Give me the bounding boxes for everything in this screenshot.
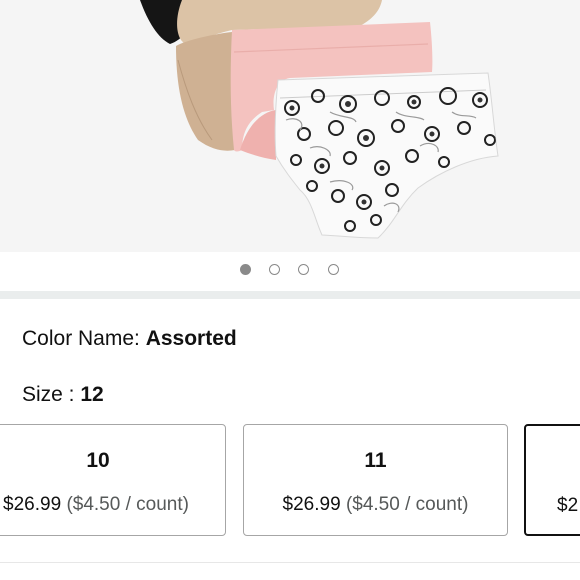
size-option-label: 10 — [86, 449, 110, 472]
size-option-price: $26.99 — [282, 494, 341, 515]
size-option-price: $2 — [557, 495, 579, 516]
size-option-price-line: $26.99 ($4.50 / count) — [0, 494, 223, 516]
carousel-dot-2[interactable] — [269, 264, 280, 275]
carousel-dot-3[interactable] — [298, 264, 309, 275]
carousel-dot-1[interactable] — [240, 264, 251, 275]
section-divider — [0, 291, 580, 299]
product-page: Color Name: Assorted Size : 12 10 $26.99… — [0, 0, 580, 580]
size-option-label: 11 — [364, 449, 387, 472]
product-image-illustration — [140, 0, 499, 239]
bottom-divider — [0, 562, 580, 563]
size-value: 12 — [80, 383, 104, 406]
size-option-price-line: $2 — [557, 495, 578, 517]
carousel-dot-4[interactable] — [328, 264, 339, 275]
size-option-price-line: $26.99 ($4.50 / count) — [244, 494, 507, 516]
size-label: Size : — [22, 383, 81, 406]
image-carousel-dots — [0, 263, 580, 279]
floral-panty — [274, 72, 499, 239]
size-option-unit-price: ($4.50 / count) — [66, 494, 189, 515]
color-name-row: Color Name: Assorted — [22, 327, 237, 351]
product-image[interactable] — [0, 0, 580, 252]
size-option-10-button[interactable]: 10 $26.99 ($4.50 / count) — [0, 424, 226, 536]
color-name-value: Assorted — [145, 327, 237, 350]
size-option-12-button[interactable]: $2 — [524, 424, 580, 536]
size-option-11-button[interactable]: 11 $26.99 ($4.50 / count) — [243, 424, 508, 536]
color-name-label: Color Name: — [22, 327, 146, 350]
size-option-unit-price: ($4.50 / count) — [345, 494, 469, 515]
size-option-price: $26.99 — [3, 494, 62, 515]
size-row: Size : 12 — [22, 383, 104, 407]
